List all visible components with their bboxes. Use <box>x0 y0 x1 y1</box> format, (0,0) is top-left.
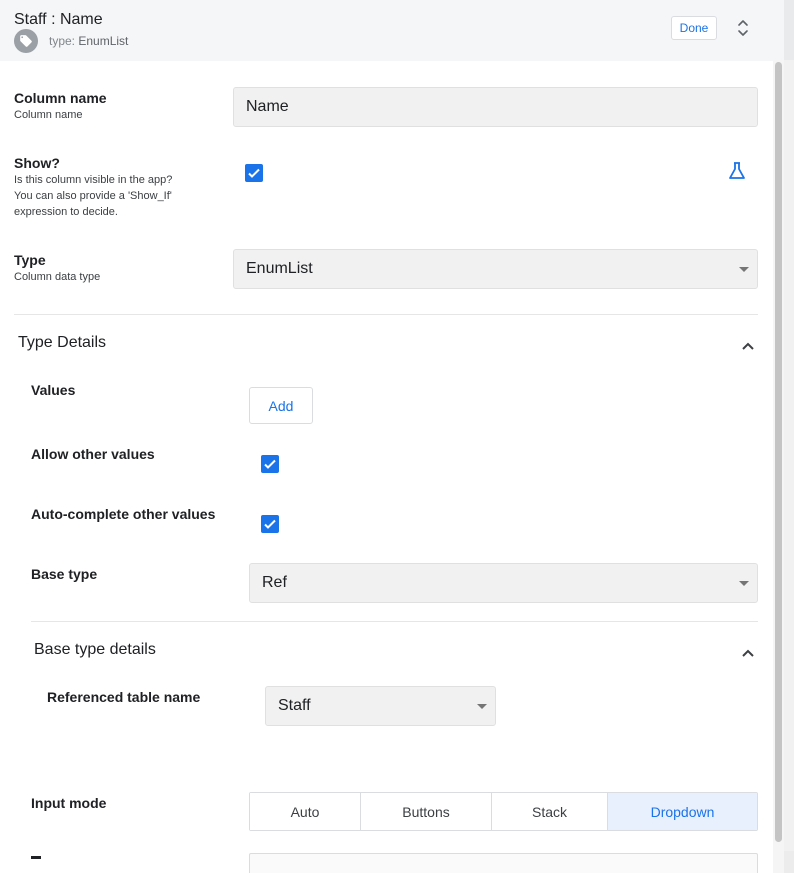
type-hint: Column data type <box>14 271 101 283</box>
allow-other-values-checkbox[interactable] <box>261 455 279 473</box>
panel-title: Staff : Name <box>14 11 103 28</box>
base-type-label: Base type <box>31 566 98 582</box>
panel-header: Staff : Name type: EnumList Done <box>0 0 784 61</box>
show-hint-line-2: You can also provide a 'Show_If' <box>14 190 172 202</box>
type-label: Type <box>14 252 46 268</box>
input-mode-buttons[interactable]: Buttons <box>361 793 492 830</box>
column-editor-panel: Staff : Name type: EnumList Done Column … <box>0 0 784 873</box>
divider <box>14 314 758 315</box>
chevron-down-icon <box>739 581 749 586</box>
scrollbar[interactable] <box>773 60 784 873</box>
referenced-table-label: Referenced table name <box>47 689 201 705</box>
input-mode-auto[interactable]: Auto <box>250 793 361 830</box>
next-row-label-fragment <box>31 856 41 859</box>
column-name-label: Column name <box>14 90 107 106</box>
input-mode-segmented-control: Auto Buttons Stack Dropdown <box>249 792 758 831</box>
type-prefix: type: <box>49 34 76 48</box>
chevron-down-icon <box>477 704 487 709</box>
tag-icon <box>14 29 38 53</box>
chevron-down-icon <box>739 267 749 272</box>
type-details-title[interactable]: Type Details <box>18 334 106 352</box>
flask-icon[interactable] <box>726 160 748 182</box>
next-field-fragment[interactable] <box>249 853 758 873</box>
allow-other-values-label: Allow other values <box>31 446 155 462</box>
column-name-input[interactable]: Name <box>233 87 758 127</box>
input-mode-dropdown[interactable]: Dropdown <box>608 793 757 830</box>
chevron-up-icon[interactable] <box>741 338 755 350</box>
done-button[interactable]: Done <box>671 16 717 40</box>
show-label: Show? <box>14 155 60 171</box>
chevron-up-icon[interactable] <box>741 645 755 657</box>
check-icon <box>264 519 276 529</box>
check-icon <box>264 459 276 469</box>
base-type-value: Ref <box>262 574 287 591</box>
column-name-hint: Column name <box>14 109 83 121</box>
show-hint-line-3: expression to decide. <box>14 206 118 218</box>
unfold-icon[interactable] <box>735 18 751 38</box>
autocomplete-other-values-label: Auto-complete other values <box>31 506 216 522</box>
values-label: Values <box>31 382 76 398</box>
input-mode-stack[interactable]: Stack <box>492 793 608 830</box>
base-type-select[interactable]: Ref <box>249 563 758 603</box>
show-hint-line-1: Is this column visible in the app? <box>14 174 173 186</box>
type-select[interactable]: EnumList <box>233 249 758 289</box>
referenced-table-value: Staff <box>278 697 311 714</box>
scrollbar-thumb[interactable] <box>775 62 782 842</box>
show-checkbox[interactable] <box>245 164 263 182</box>
autocomplete-other-values-checkbox[interactable] <box>261 515 279 533</box>
divider <box>31 621 758 622</box>
base-type-details-title[interactable]: Base type details <box>34 641 156 659</box>
referenced-table-select[interactable]: Staff <box>265 686 496 726</box>
column-type-caption: type: EnumList <box>49 34 128 48</box>
type-select-value: EnumList <box>246 260 313 277</box>
add-value-button[interactable]: Add <box>249 387 313 424</box>
check-icon <box>248 168 260 178</box>
type-value: EnumList <box>78 34 129 48</box>
input-mode-label: Input mode <box>31 795 107 811</box>
